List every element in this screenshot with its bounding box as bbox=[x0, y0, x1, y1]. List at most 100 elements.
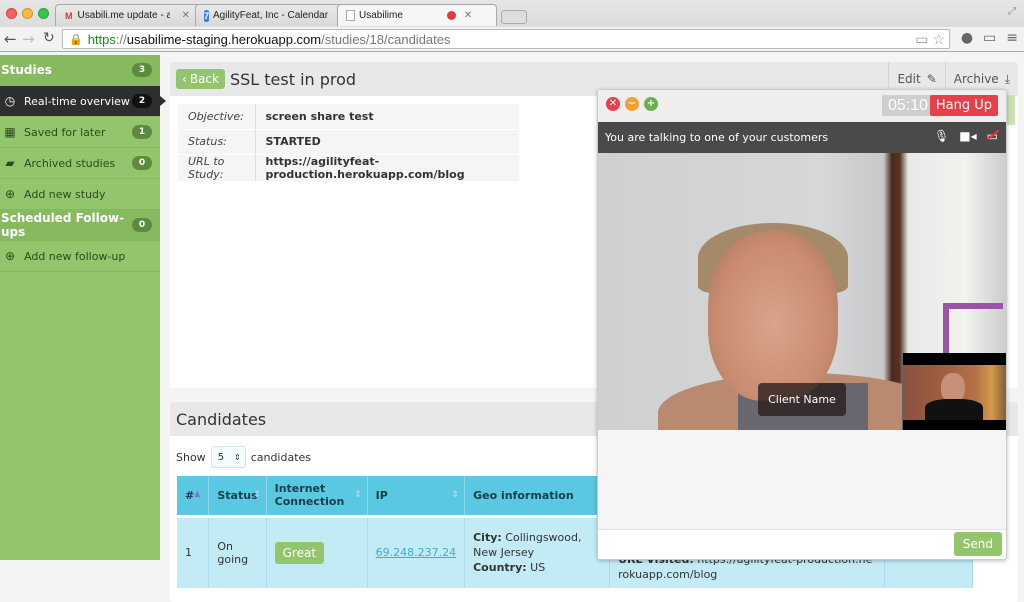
city-label: City: bbox=[473, 531, 502, 545]
chevron-left-icon: ‹ bbox=[182, 72, 187, 86]
tab-calendar[interactable]: 7 AgilityFeat, Inc - Calendar ✕ bbox=[195, 4, 348, 26]
tab-usabilime[interactable]: Usabilime ✕ bbox=[337, 4, 497, 26]
ip-link[interactable]: 69.248.237.24 bbox=[376, 546, 456, 559]
column-header-geo-information[interactable]: Geo information⇕ bbox=[464, 476, 611, 516]
sidebar-item-real-time-overview[interactable]: ◷ Real-time overview 2 bbox=[0, 86, 166, 117]
section-title: Studies bbox=[1, 63, 52, 77]
row-connection: Great bbox=[266, 514, 368, 588]
call-titlebar[interactable]: ✕ − + 05:10 Hang Up bbox=[598, 90, 1006, 122]
pencil-icon: ✎ bbox=[926, 72, 937, 86]
detail-row-status: Status: STARTED bbox=[178, 129, 519, 155]
forward-arrow-icon[interactable]: → bbox=[22, 30, 35, 48]
plus-circle-icon: ⊕ bbox=[4, 249, 16, 263]
sidebar-item-label: Saved for later bbox=[24, 125, 106, 139]
sidebar-item-add-new-study[interactable]: ⊕ Add new study bbox=[0, 179, 160, 210]
section-title: Scheduled Follow-ups bbox=[1, 211, 125, 239]
chat-log bbox=[598, 430, 1006, 530]
column-label: IP bbox=[375, 488, 388, 502]
row-geo: City: Collingswood, New Jersey Country: … bbox=[464, 514, 611, 588]
gmail-icon: M bbox=[65, 10, 73, 21]
close-call-window-icon[interactable]: ✕ bbox=[606, 97, 620, 111]
sort-icon: ⇕ bbox=[354, 490, 362, 500]
window-minimize-button[interactable] bbox=[22, 8, 33, 19]
back-button[interactable]: ‹ Back bbox=[176, 69, 225, 89]
panel-edge bbox=[1007, 95, 1015, 125]
row-number: 1 bbox=[177, 514, 210, 588]
sidebar-item-archived-studies[interactable]: ▰ Archived studies 0 bbox=[0, 148, 160, 179]
screen-share-off-icon[interactable]: ▭ bbox=[986, 129, 999, 143]
close-tab-icon[interactable]: ✕ bbox=[464, 10, 472, 21]
tab-label: Usabili.me update - arin@ bbox=[77, 10, 170, 21]
select-arrows-icon: ⇕ bbox=[233, 452, 241, 462]
clock-icon: ◷ bbox=[4, 94, 16, 108]
study-details-table: Objective: screen share test Status: STA… bbox=[178, 104, 519, 182]
detail-key: URL to Study: bbox=[178, 154, 256, 182]
detail-row-url: URL to Study: https://agilityfeat-produc… bbox=[178, 154, 519, 182]
row-status: On going bbox=[208, 514, 267, 588]
sidebar-item-label: Real-time overview bbox=[24, 94, 130, 108]
recording-icon bbox=[446, 11, 456, 20]
count-badge: 2 bbox=[132, 94, 152, 108]
maximize-call-window-icon[interactable]: + bbox=[644, 97, 658, 111]
cast-icon[interactable]: ▭ bbox=[983, 30, 996, 46]
menu-icon[interactable]: ≡ bbox=[1006, 30, 1018, 46]
url-separator: :// bbox=[115, 31, 127, 47]
page-title: SSL test in prod bbox=[229, 69, 357, 89]
minimize-call-window-icon[interactable]: − bbox=[625, 97, 639, 111]
send-button[interactable]: Send bbox=[953, 532, 1002, 556]
fullscreen-icon[interactable]: ⤢ bbox=[1008, 6, 1016, 17]
detail-key: Objective: bbox=[178, 104, 256, 130]
column-header-ip[interactable]: IP ⇕ bbox=[367, 476, 466, 516]
chat-message-input[interactable] bbox=[598, 530, 948, 559]
address-bar[interactable]: 🔒 https://usabilime-staging.herokuapp.co… bbox=[62, 29, 950, 49]
tab-label: Usabilime bbox=[359, 10, 403, 21]
hangouts-icon[interactable]: ● bbox=[961, 30, 973, 46]
country-value: US bbox=[530, 561, 546, 575]
sidebar-section-studies[interactable]: Studies 3 bbox=[0, 55, 160, 86]
sidebar-item-add-new-follow-up[interactable]: ⊕ Add new follow-up bbox=[0, 241, 160, 272]
edit-label: Edit bbox=[897, 72, 921, 86]
back-arrow-icon[interactable]: ← bbox=[4, 30, 17, 48]
count-badge: 3 bbox=[132, 63, 152, 77]
local-participant-body bbox=[925, 399, 983, 420]
reload-icon[interactable]: ↻ bbox=[43, 30, 55, 46]
column-label: Internet Connection bbox=[274, 482, 345, 509]
detail-value: STARTED bbox=[255, 129, 519, 155]
sidebar-item-label: Add new study bbox=[24, 187, 106, 201]
back-label: Back bbox=[189, 72, 219, 86]
column-header-internet-connection[interactable]: Internet Connection ⇕ bbox=[266, 476, 368, 516]
folder-icon: ▰ bbox=[5, 156, 15, 170]
camera-permission-icon[interactable]: ▭ bbox=[915, 31, 928, 48]
count-badge: 1 bbox=[132, 125, 152, 139]
url-scheme: https bbox=[87, 31, 116, 47]
tab-gmail[interactable]: M Usabili.me update - arin@ ✕ bbox=[55, 4, 201, 26]
hang-up-button[interactable]: Hang Up bbox=[929, 95, 998, 116]
sort-icon: ⇕ bbox=[451, 490, 460, 500]
column-label: Status bbox=[217, 488, 258, 502]
video-camera-icon[interactable]: ■◂ bbox=[959, 129, 976, 143]
column-header-number[interactable]: #▲ bbox=[177, 476, 210, 516]
lock-icon: 🔒 bbox=[69, 33, 83, 46]
sidebar-item-saved-for-later[interactable]: ▦ Saved for later 1 bbox=[0, 117, 160, 148]
sort-icon: ⇕ bbox=[253, 490, 261, 500]
window-zoom-button[interactable] bbox=[38, 8, 49, 19]
calendar-icon: 7 bbox=[204, 9, 210, 22]
call-timer: 05:10 bbox=[881, 95, 934, 116]
call-banner-text: You are talking to one of your customers bbox=[605, 131, 829, 144]
connection-badge: Great bbox=[274, 541, 325, 564]
page-size-select[interactable]: 5 ⇕ bbox=[210, 446, 246, 468]
url-path: /studies/18/candidates bbox=[321, 31, 451, 47]
calendar-icon: ▦ bbox=[4, 125, 16, 139]
detail-row-objective: Objective: screen share test bbox=[178, 104, 519, 130]
window-close-button[interactable] bbox=[6, 8, 17, 19]
new-tab-button[interactable] bbox=[501, 10, 527, 24]
column-header-status[interactable]: Status ⇕ bbox=[208, 476, 267, 516]
count-badge: 0 bbox=[132, 218, 152, 232]
column-label: Geo information bbox=[473, 488, 574, 502]
microphone-icon[interactable]: 🎙 bbox=[934, 129, 949, 143]
page-size-value: 5 bbox=[217, 451, 225, 463]
browser-chrome: M Usabili.me update - arin@ ✕ 7 AgilityF… bbox=[0, 0, 1024, 52]
sidebar-section-scheduled-follow-ups[interactable]: Scheduled Follow-ups 0 bbox=[0, 210, 160, 241]
bookmark-star-icon[interactable]: ☆ bbox=[932, 31, 945, 48]
close-tab-icon[interactable]: ✕ bbox=[182, 10, 190, 21]
